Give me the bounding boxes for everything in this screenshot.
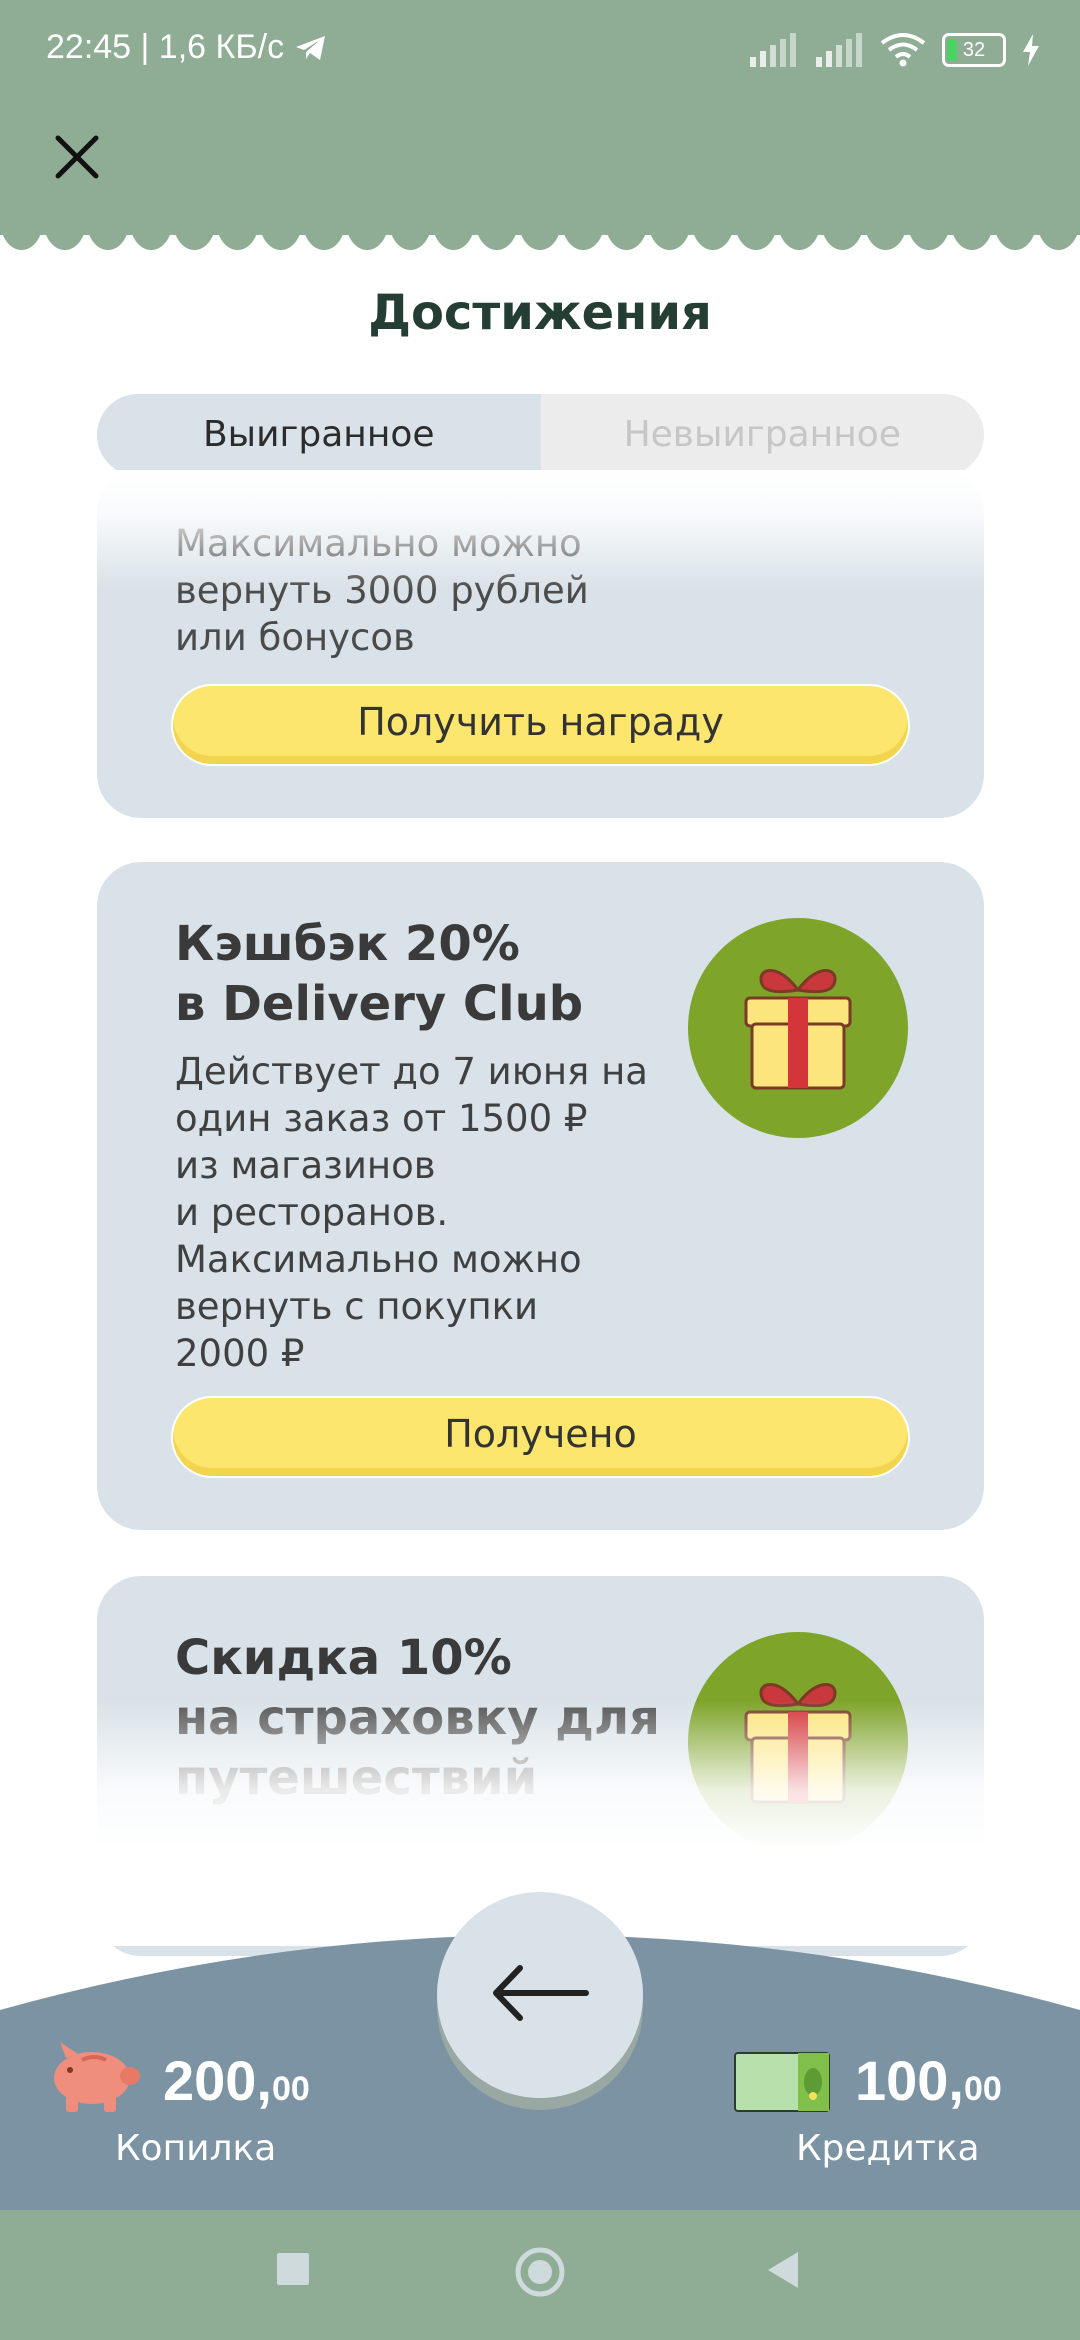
back-nav-icon[interactable] — [766, 2250, 800, 2290]
wifi-icon — [880, 33, 926, 67]
header-scallop-edge — [0, 220, 1080, 260]
gift-badge — [688, 918, 908, 1138]
signal-icon — [750, 33, 796, 67]
telegram-icon — [295, 36, 325, 60]
gift-icon — [744, 1683, 852, 1804]
claim-reward-button[interactable]: Получить награду — [173, 686, 908, 764]
status-time: 22:45 | 1,6 КБ/с — [46, 28, 328, 67]
reward-title: Скидка 10% на страховку для путешествий — [175, 1630, 660, 1806]
credit-label: Кредитка — [796, 2128, 980, 2169]
savings-amount: 200,00 — [163, 2049, 310, 2112]
arrow-left-icon — [493, 1965, 589, 2021]
reward-description: Действует до 7 июня на один заказ от 150… — [175, 1050, 648, 1375]
reward-description: Максимально можно вернуть 3000 рублей ил… — [175, 522, 589, 659]
home-icon[interactable] — [514, 2246, 566, 2298]
status-icons: 32 — [748, 28, 1040, 72]
reward-card: Кэшбэк 20% в Delivery Club Действует до … — [97, 862, 984, 1530]
piggy-bank-icon — [54, 2042, 140, 2112]
system-nav-bar — [0, 2210, 1080, 2340]
battery-icon: 32 — [942, 33, 1006, 67]
recents-icon[interactable] — [276, 2252, 310, 2286]
credit-amount: 100,00 — [855, 2049, 1002, 2112]
back-button[interactable] — [437, 1892, 643, 2098]
savings-label: Копилка — [115, 2128, 277, 2169]
tab-won[interactable]: Выигранное — [97, 394, 541, 476]
tab-bar: Выигранное Невыигранное — [97, 394, 984, 476]
gift-badge — [688, 1632, 908, 1852]
reward-title: Кэшбэк 20% в Delivery Club — [175, 916, 584, 1032]
close-icon[interactable] — [48, 128, 106, 186]
received-button[interactable]: Получено — [173, 1398, 908, 1476]
signal-icon — [816, 33, 862, 67]
page-title: Достижения — [368, 285, 712, 341]
reward-card: Максимально можно вернуть 3000 рублей ил… — [97, 470, 984, 818]
tab-not-won[interactable]: Невыигранное — [541, 394, 985, 476]
charging-icon — [1023, 34, 1039, 66]
gift-icon — [744, 969, 852, 1090]
credit-card-icon — [734, 2052, 830, 2112]
